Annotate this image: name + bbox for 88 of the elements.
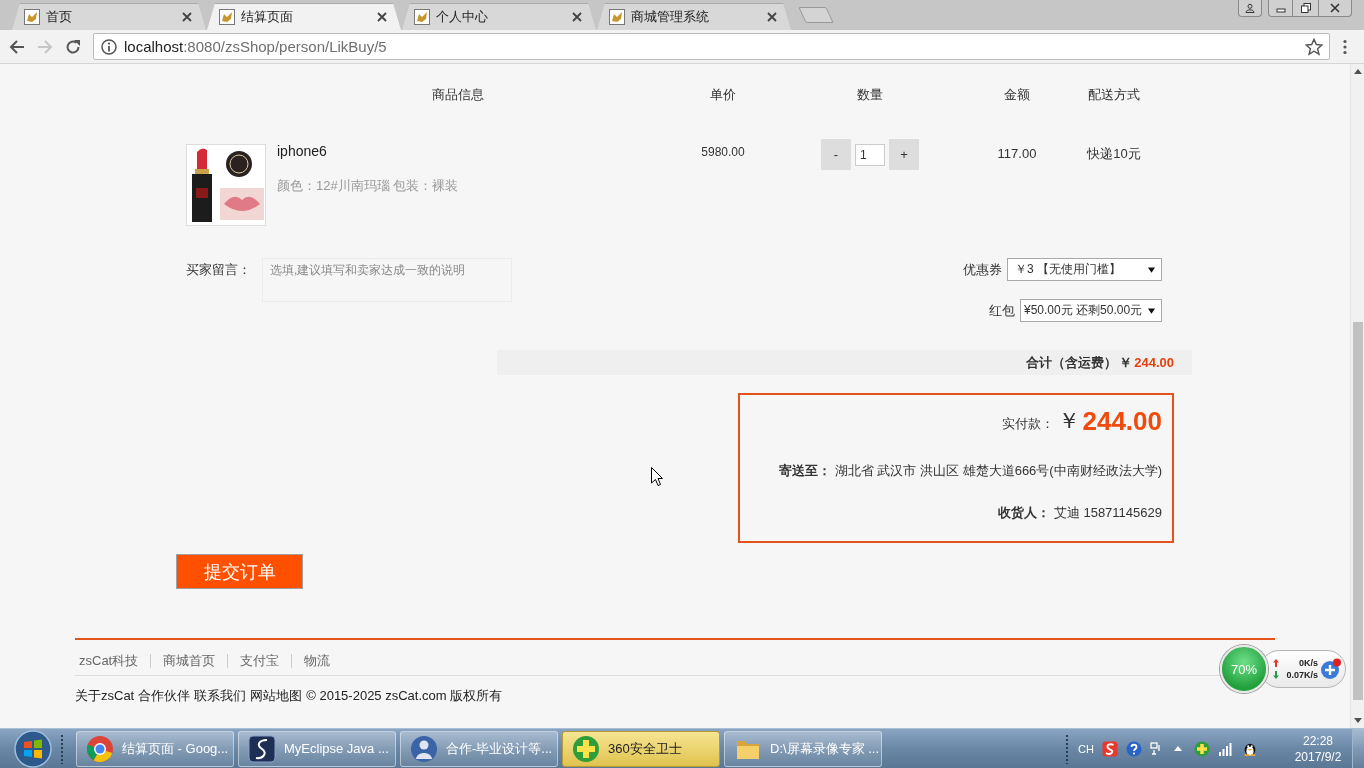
- close-tab-icon[interactable]: [377, 11, 387, 22]
- signal-icon[interactable]: [1218, 740, 1234, 757]
- message-field[interactable]: 选填,建议填写和卖家达成一致的说明: [262, 258, 512, 302]
- help-icon[interactable]: [1126, 740, 1142, 757]
- message-label: 买家留言：: [186, 261, 251, 279]
- upload-arrow-icon: [1273, 659, 1279, 667]
- total-label: 合计（含运费）: [1026, 353, 1118, 372]
- person-icon: [1245, 3, 1255, 13]
- scrollbar-thumb[interactable]: [1352, 322, 1363, 700]
- address-label: 寄送至：: [778, 462, 831, 480]
- browser-tab[interactable]: 个人中心: [402, 3, 596, 30]
- currency-sign: ￥: [1119, 353, 1133, 372]
- column-header: 商品信息: [432, 86, 484, 104]
- footer-link[interactable]: 关于zsCat: [75, 686, 135, 706]
- address-field[interactable]: localhost:8080/zsShop/person/LikBuy/5: [93, 33, 1330, 60]
- footer-link[interactable]: zsCat科技: [79, 654, 151, 668]
- start-button[interactable]: [13, 728, 53, 768]
- restore-button[interactable]: [1293, 0, 1319, 17]
- app-logo-icon: [248, 734, 276, 763]
- taskbar-button[interactable]: 360安全卫士: [562, 730, 720, 767]
- browser-icon: [86, 734, 114, 763]
- pay-label: 实付款：: [1002, 415, 1055, 433]
- caret-icon: [1148, 307, 1155, 314]
- browser-tab[interactable]: 首页: [12, 3, 206, 30]
- footer-link[interactable]: 网站地图: [250, 686, 303, 706]
- browser-tab[interactable]: 商城管理系统: [597, 3, 791, 30]
- footer-link[interactable]: 联系我们: [194, 686, 247, 706]
- total-amount: 244.00: [1134, 355, 1174, 370]
- favicon-icon: [414, 8, 430, 25]
- discount-select[interactable]: ¥50.00元 还剩50.00元: [1020, 299, 1162, 322]
- browser-tab[interactable]: 结算页面: [207, 3, 401, 30]
- upload-speed: 0K/s: [1299, 658, 1318, 668]
- profile-button[interactable]: [1238, 0, 1262, 17]
- discount-label: 优惠券: [963, 261, 1002, 279]
- copyright-text: © 2015-2025 zsCat.com 版权所有: [306, 687, 503, 705]
- close-tab-icon[interactable]: [767, 11, 777, 22]
- restore-icon: [1300, 3, 1311, 13]
- reload-button[interactable]: [65, 38, 81, 55]
- discount-label: 红包: [989, 302, 1015, 320]
- product-name[interactable]: iphone6: [277, 143, 327, 159]
- favicon-icon: [609, 8, 625, 25]
- caret-icon: [1148, 266, 1155, 273]
- footer-link[interactable]: 商城首页: [150, 654, 228, 668]
- increase-button[interactable]: +: [889, 139, 919, 170]
- clock-date[interactable]: 2017/9/2: [1294, 748, 1342, 765]
- download-arrow-icon: [1273, 671, 1279, 679]
- receiver-label: 收货人：: [997, 504, 1050, 522]
- plus-badge-icon: [572, 734, 600, 763]
- back-button[interactable]: [9, 38, 25, 55]
- receiver-info: 艾迪 15871145629: [1053, 504, 1162, 522]
- footer-link[interactable]: 合作伙伴: [138, 686, 191, 706]
- plus-badge-icon[interactable]: [1194, 740, 1210, 757]
- decrease-button[interactable]: -: [821, 139, 851, 170]
- footer-link[interactable]: 支付宝: [227, 654, 292, 668]
- item-amount: 117.00: [997, 145, 1037, 163]
- column-header: 数量: [857, 86, 883, 104]
- input-method-icon[interactable]: [1102, 740, 1118, 757]
- scroll-up-icon[interactable]: [1353, 69, 1362, 74]
- shipping-method: 快递10元: [1087, 145, 1141, 163]
- column-header: 金额: [1004, 86, 1030, 104]
- download-speed: 0.07K/s: [1286, 670, 1318, 680]
- avatar-icon: [410, 734, 438, 763]
- bookmark-star-icon[interactable]: [1305, 37, 1323, 56]
- column-header: 配送方式: [1088, 86, 1140, 104]
- currency-sign: ￥: [1058, 411, 1081, 431]
- column-header: 单价: [710, 86, 736, 104]
- info-icon[interactable]: [101, 38, 117, 55]
- scroll-down-icon[interactable]: [1353, 718, 1362, 723]
- close-tab-icon[interactable]: [572, 11, 582, 22]
- menu-icon[interactable]: [1343, 38, 1347, 55]
- favicon-icon: [219, 8, 235, 25]
- pay-amount: 244.00: [1082, 411, 1162, 431]
- show-hidden-icons-icon[interactable]: [1174, 746, 1182, 751]
- close-tab-icon[interactable]: [182, 11, 192, 22]
- favicon-icon: [24, 8, 40, 25]
- discount-select[interactable]: ￥3 【无使用门槛】: [1007, 258, 1162, 281]
- url-text: localhost:8080/zsShop/person/LikBuy/5: [124, 38, 388, 55]
- product-spec: 颜色：12#川南玛瑙 包装：裸装: [277, 178, 459, 194]
- tray-app-icon[interactable]: [1150, 741, 1162, 756]
- close-icon: [1330, 3, 1340, 13]
- close-window-button[interactable]: [1319, 0, 1352, 17]
- language-indicator[interactable]: CH: [1078, 742, 1094, 755]
- mouse-pointer-icon: [651, 467, 663, 486]
- shipping-address: 湖北省 武汉市 洪山区 雄楚大道666号(中南财经政法大学): [834, 462, 1162, 480]
- plus-icon[interactable]: [1320, 658, 1342, 680]
- quantity-input[interactable]: 1: [855, 143, 885, 166]
- unit-price: 5980.00: [701, 144, 745, 160]
- footer-link[interactable]: 物流: [291, 654, 343, 668]
